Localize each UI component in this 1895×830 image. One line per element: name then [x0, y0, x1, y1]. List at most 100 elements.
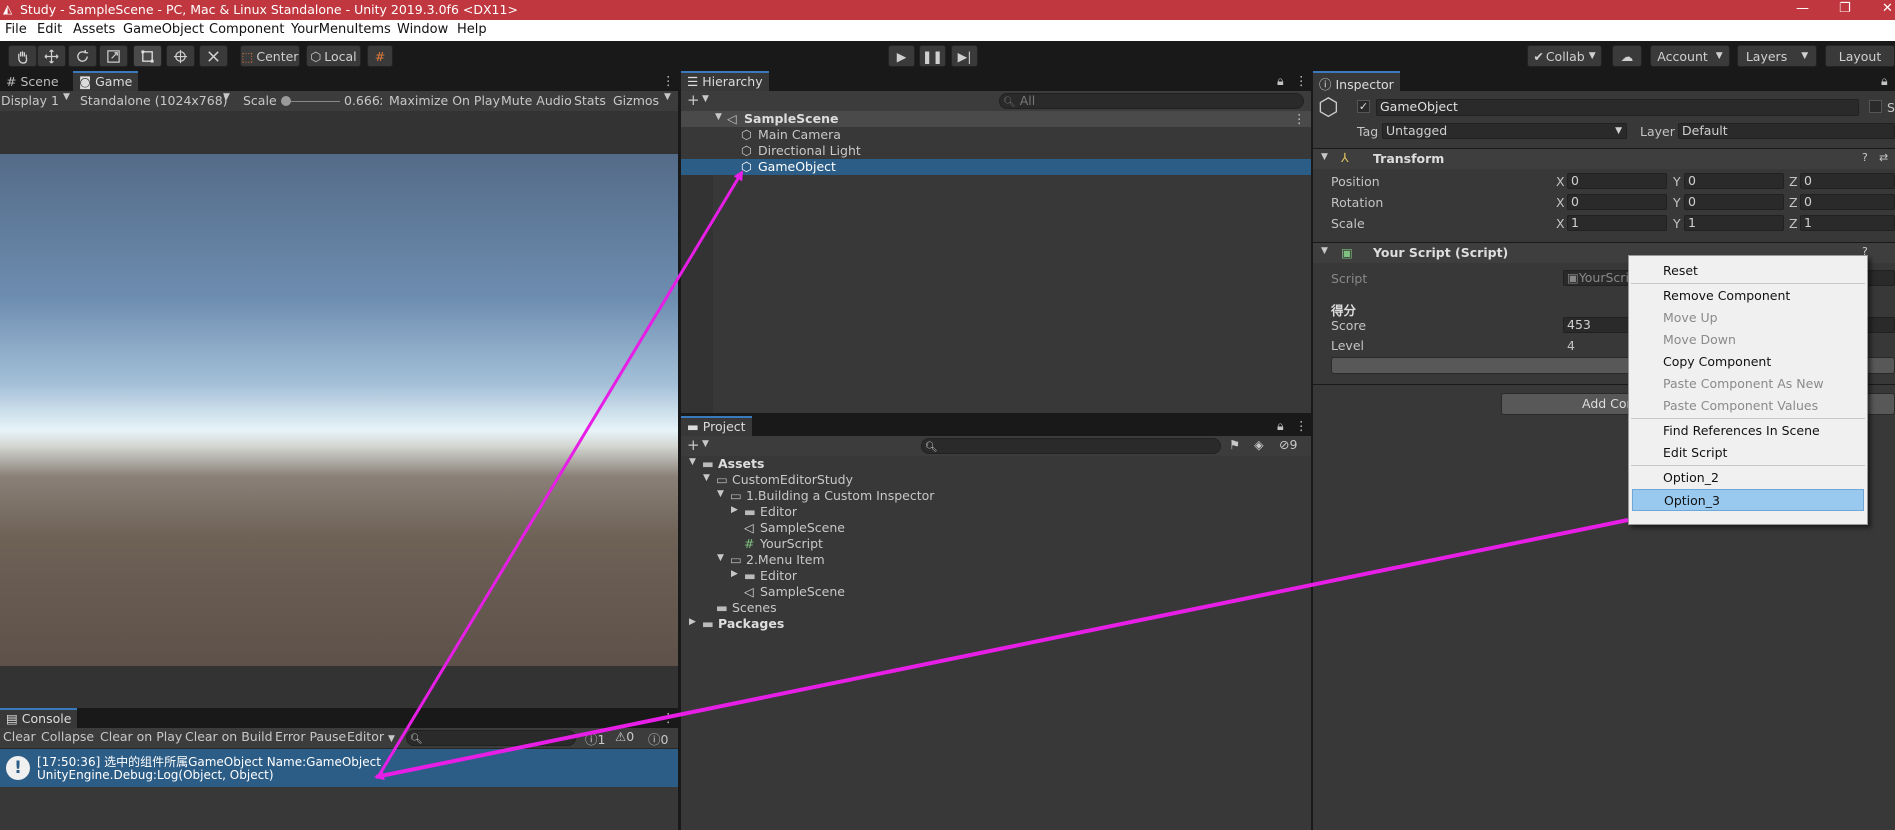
project-item[interactable]: ▼ ▭ CustomEditorStudy	[681, 472, 1311, 488]
project-item[interactable]: ◁ SampleScene	[681, 520, 1311, 536]
hierarchy-item[interactable]: ⬡ Main Camera	[681, 127, 1311, 143]
menu-gameobject[interactable]: GameObject	[123, 22, 204, 37]
add-button[interactable]: +	[687, 436, 700, 454]
kebab-menu-icon[interactable]: ⋮	[1293, 111, 1306, 126]
console-clear-on-build-button[interactable]: Clear on Build	[182, 728, 276, 746]
console-error-count[interactable]: ⓘ0	[645, 728, 671, 747]
maximize-button[interactable]: ❐	[1839, 1, 1851, 16]
console-clear-button[interactable]: Clear	[0, 728, 39, 746]
step-button[interactable]: ▶|	[951, 45, 978, 67]
console-log-entry[interactable]: ! [17:50:36] 选中的组件所属GameObject Name:Game…	[0, 749, 678, 787]
tab-game[interactable]: ◙ Game	[73, 71, 139, 91]
transform-header[interactable]: ▼ ⅄ Transform ? ⇄	[1313, 149, 1895, 169]
account-button[interactable]: Account ▼	[1650, 45, 1730, 67]
tab-scene[interactable]: # Scene	[0, 71, 65, 91]
project-item[interactable]: ▼ ▭ 1.Building a Custom Inspector	[681, 488, 1311, 504]
help-icon[interactable]: ?	[1862, 151, 1868, 164]
layout-button[interactable]: Layout	[1825, 45, 1895, 67]
context-menu-item[interactable]: Option_2	[1629, 467, 1867, 489]
project-item[interactable]: ▶ ▬ Packages	[681, 616, 1311, 632]
layer-dropdown[interactable]: Default	[1678, 123, 1895, 139]
console-error-pause-button[interactable]: Error Pause	[272, 728, 349, 746]
project-item[interactable]: ▼ ▭ 2.Menu Item	[681, 552, 1311, 568]
context-menu-item[interactable]: Edit Script	[1629, 442, 1867, 464]
transform-tool-button[interactable]	[166, 45, 195, 67]
console-collapse-button[interactable]: Collapse	[38, 728, 97, 746]
active-checkbox[interactable]: ✓	[1357, 100, 1370, 113]
tab-console[interactable]: ▤ Console	[0, 708, 78, 728]
transform-z-field[interactable]: 0	[1800, 194, 1895, 210]
rect-tool-button[interactable]	[133, 45, 162, 67]
settings-icon[interactable]: ⇄	[1879, 151, 1888, 164]
hierarchy-item[interactable]: ⬡ Directional Light	[681, 143, 1311, 159]
hierarchy-search-input[interactable]: 🔍︎ All	[999, 93, 1304, 109]
context-menu-item[interactable]: Remove Component	[1629, 285, 1867, 307]
pivot-center-button[interactable]: ⬚ Center	[240, 45, 300, 67]
play-button[interactable]: ▶	[888, 45, 915, 67]
custom-tool-button[interactable]	[199, 45, 228, 67]
resolution-dropdown[interactable]: Standalone (1024x768)	[80, 93, 228, 108]
pause-button[interactable]: ❚❚	[919, 45, 946, 67]
kebab-menu-icon[interactable]: ⋮	[662, 73, 675, 88]
context-menu-item[interactable]: Reset	[1629, 260, 1867, 282]
pivot-local-button[interactable]: ⬡ Local	[306, 45, 361, 67]
close-button[interactable]: ✕	[1882, 1, 1893, 16]
move-tool-button[interactable]	[37, 45, 66, 67]
menu-yourmenuitems[interactable]: YourMenuItems	[291, 22, 391, 37]
stats-toggle[interactable]: Stats	[574, 93, 606, 108]
tab-project[interactable]: ▬ Project	[681, 416, 752, 436]
rotate-tool-button[interactable]	[68, 45, 97, 67]
project-item[interactable]: ▬ Scenes	[681, 600, 1311, 616]
hierarchy-item-selected[interactable]: ⬡ GameObject	[681, 159, 1311, 175]
lock-icon[interactable]: 🔒︎	[1277, 418, 1284, 434]
transform-z-field[interactable]: 1	[1800, 215, 1895, 231]
lock-icon[interactable]: 🔒︎	[1881, 73, 1888, 89]
maximize-on-play-toggle[interactable]: Maximize On Play	[389, 93, 500, 108]
console-search-input[interactable]: 🔍︎	[406, 730, 576, 746]
project-item[interactable]: ▶ ▬ Editor	[681, 568, 1311, 584]
console-editor-dropdown[interactable]: Editor ▼	[344, 728, 398, 746]
transform-x-field[interactable]: 0	[1567, 194, 1667, 210]
project-item[interactable]: # YourScript	[681, 536, 1311, 552]
layers-button[interactable]: Layers ▼	[1737, 45, 1817, 67]
hand-tool-button[interactable]	[8, 45, 37, 67]
kebab-menu-icon[interactable]: ⋮	[1295, 73, 1308, 88]
menu-edit[interactable]: Edit	[37, 22, 62, 37]
mute-audio-toggle[interactable]: Mute Audio	[501, 93, 572, 108]
tab-inspector[interactable]: ⓘ Inspector	[1313, 71, 1400, 92]
search-by-type-icon[interactable]: ⚑	[1229, 437, 1240, 452]
game-view-render[interactable]	[0, 154, 678, 666]
context-menu-item[interactable]: Find References In Scene	[1629, 420, 1867, 442]
scale-slider-thumb[interactable]	[281, 96, 291, 106]
menu-window[interactable]: Window	[397, 22, 448, 37]
console-warning-count[interactable]: ⚠0	[612, 728, 637, 746]
kebab-menu-icon[interactable]: ⋮	[1295, 418, 1308, 433]
transform-y-field[interactable]: 0	[1684, 194, 1784, 210]
transform-y-field[interactable]: 0	[1684, 173, 1784, 189]
tab-hierarchy[interactable]: ☰ Hierarchy	[681, 71, 769, 91]
tag-dropdown[interactable]: Untagged ▼	[1382, 123, 1627, 139]
scale-tool-button[interactable]	[99, 45, 128, 67]
gizmos-toggle[interactable]: Gizmos	[613, 93, 659, 108]
menu-help[interactable]: Help	[457, 22, 487, 37]
scale-slider[interactable]	[285, 101, 340, 102]
lock-icon[interactable]: 🔒︎	[1277, 73, 1284, 89]
menu-file[interactable]: File	[5, 22, 27, 37]
menu-component[interactable]: Component	[209, 22, 284, 37]
display-dropdown[interactable]: Display 1	[1, 93, 59, 108]
static-checkbox[interactable]	[1869, 100, 1882, 113]
transform-y-field[interactable]: 1	[1684, 215, 1784, 231]
transform-z-field[interactable]: 0	[1800, 173, 1895, 189]
transform-x-field[interactable]: 0	[1567, 173, 1667, 189]
kebab-menu-icon[interactable]: ⋮	[662, 710, 675, 725]
hidden-packages-icon[interactable]: ⊘9	[1279, 437, 1297, 452]
collab-button[interactable]: ✔ Collab ▼	[1527, 45, 1602, 67]
scene-header-row[interactable]: ▼ ◁ SampleScene ⋮	[681, 111, 1311, 127]
project-item[interactable]: ◁ SampleScene	[681, 584, 1311, 600]
gameobject-name-field[interactable]: GameObject	[1376, 99, 1859, 116]
project-search-input[interactable]: 🔍︎	[921, 438, 1221, 454]
menu-assets[interactable]: Assets	[73, 22, 115, 37]
context-menu-item[interactable]: Option_3	[1632, 489, 1864, 511]
context-menu-item[interactable]: Copy Component	[1629, 351, 1867, 373]
project-item[interactable]: ▼ ▬ Assets	[681, 456, 1311, 472]
